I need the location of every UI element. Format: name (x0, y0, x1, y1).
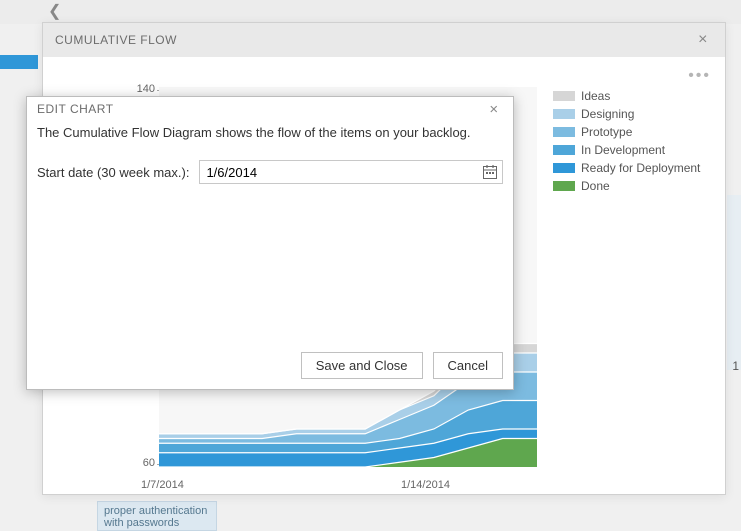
dialog-header: EDIT CHART × (27, 97, 513, 115)
legend-item: Ready for Deployment (553, 159, 700, 177)
legend-item: Designing (553, 105, 700, 123)
background-backlog-card: proper authentication with passwords (97, 501, 217, 531)
legend-label: Ideas (581, 89, 610, 103)
legend-item: Ideas (553, 87, 700, 105)
legend-item: In Development (553, 141, 700, 159)
x-axis-label-2: 1/14/2014 (401, 479, 450, 491)
legend-swatch (553, 127, 575, 137)
legend-swatch (553, 163, 575, 173)
legend-label: Ready for Deployment (581, 161, 700, 175)
start-date-input[interactable] (204, 165, 482, 180)
calendar-icon[interactable] (482, 164, 498, 180)
legend: Ideas Designing Prototype In Development Rea… (553, 87, 700, 195)
legend-swatch (553, 91, 575, 101)
dialog-close-icon[interactable]: × (485, 101, 503, 118)
back-icon[interactable]: ❮ (48, 2, 70, 22)
background-topbar (0, 0, 741, 24)
background-number: 1 (732, 359, 739, 373)
y-axis-label-top: 140 (125, 83, 155, 95)
legend-label: Prototype (581, 125, 632, 139)
y-axis-label-bottom: 60 (125, 457, 155, 469)
x-axis-label-1: 1/7/2014 (141, 479, 184, 491)
legend-item: Done (553, 177, 700, 195)
legend-label: Designing (581, 107, 634, 121)
edit-chart-dialog: EDIT CHART × The Cumulative Flow Diagram… (26, 96, 514, 390)
background-card (727, 195, 741, 370)
legend-swatch (553, 109, 575, 119)
legend-swatch (553, 145, 575, 155)
background-chip (0, 55, 38, 69)
legend-label: In Development (581, 143, 665, 157)
legend-swatch (553, 181, 575, 191)
legend-item: Prototype (553, 123, 700, 141)
start-date-row: Start date (30 week max.): (37, 160, 503, 184)
dialog-description: The Cumulative Flow Diagram shows the fl… (37, 125, 503, 140)
background-card-line2: with passwords (104, 517, 210, 529)
panel-header: CUMULATIVE FLOW × (43, 23, 725, 57)
dialog-footer: Save and Close Cancel (301, 352, 503, 379)
dialog-body: The Cumulative Flow Diagram shows the fl… (27, 115, 513, 190)
panel-close-icon[interactable]: × (693, 23, 713, 57)
legend-label: Done (581, 179, 610, 193)
panel-title: CUMULATIVE FLOW (55, 23, 177, 57)
dialog-title: EDIT CHART (37, 102, 114, 116)
save-and-close-button[interactable]: Save and Close (301, 352, 423, 379)
start-date-field-wrap (199, 160, 503, 184)
cancel-button[interactable]: Cancel (433, 352, 503, 379)
more-options-icon[interactable]: ••• (688, 67, 711, 85)
start-date-label: Start date (30 week max.): (37, 165, 189, 180)
background-card-line1: proper authentication (104, 505, 210, 517)
